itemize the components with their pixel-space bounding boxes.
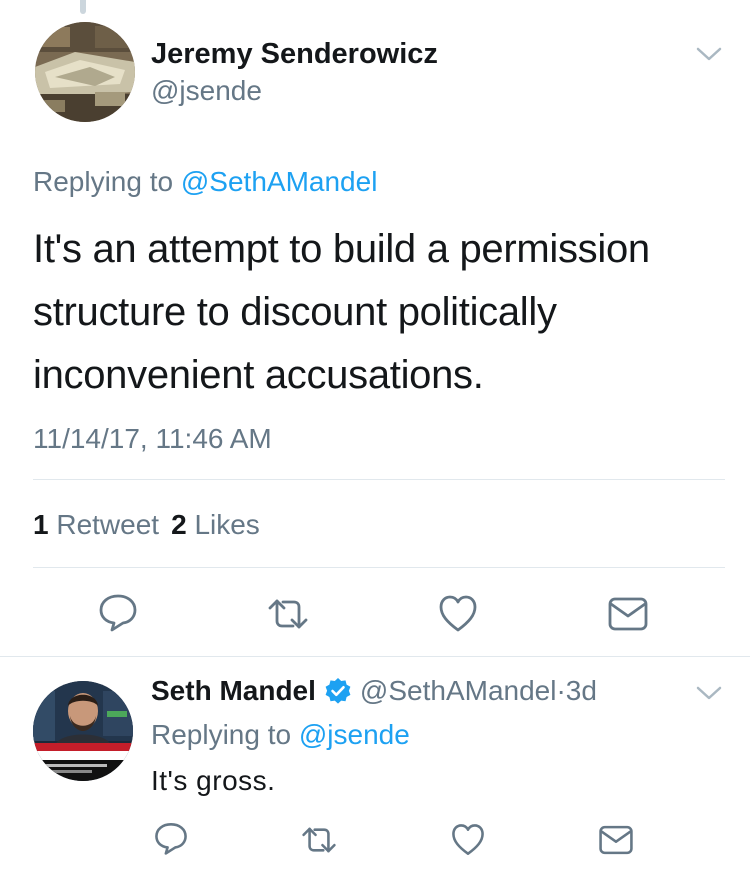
retweet-icon[interactable]: [301, 822, 337, 858]
replying-to-mention[interactable]: @jsende: [299, 719, 410, 750]
replying-prefix: Replying to: [33, 166, 181, 197]
replying-to-line: Replying to @jsende: [151, 719, 410, 751]
verified-badge-icon: [325, 678, 351, 704]
author-name[interactable]: Seth Mandel: [151, 675, 316, 707]
divider: [33, 567, 725, 568]
reply-tweet[interactable]: Seth Mandel @SethAMandel · 3d Replying t…: [0, 657, 750, 874]
like-label[interactable]: Likes: [194, 509, 259, 540]
main-tweet: Jeremy Senderowicz @jsende Replying to @…: [0, 0, 750, 656]
replying-prefix: Replying to: [151, 719, 299, 750]
avatar-image: [35, 22, 135, 122]
replying-to-mention[interactable]: @SethAMandel: [181, 166, 378, 197]
tweet-text: It's an attempt to build a permission st…: [33, 227, 650, 397]
reply-header: Seth Mandel @SethAMandel · 3d: [151, 675, 597, 707]
replying-to-line: Replying to @SethAMandel: [33, 166, 377, 198]
chevron-down-icon[interactable]: [694, 683, 724, 703]
chevron-down-icon[interactable]: [694, 44, 724, 64]
heart-icon[interactable]: [437, 593, 479, 635]
tweet-timestamp[interactable]: 11/14/17, 11:46 AM: [33, 423, 272, 455]
divider: [33, 479, 725, 480]
envelope-icon[interactable]: [607, 593, 649, 635]
avatar[interactable]: [35, 22, 135, 122]
avatar-image: [33, 681, 133, 781]
tweet-time-ago[interactable]: 3d: [566, 675, 597, 707]
reply-icon[interactable]: [153, 820, 189, 856]
retweet-label[interactable]: Retweet: [56, 509, 159, 540]
avatar[interactable]: [33, 681, 133, 781]
reply-icon[interactable]: [97, 591, 139, 633]
heart-icon[interactable]: [450, 822, 486, 858]
retweet-icon[interactable]: [267, 593, 309, 635]
author-handle[interactable]: @jsende: [151, 75, 262, 107]
tweet-text: It's gross.: [151, 765, 276, 796]
envelope-icon[interactable]: [598, 822, 634, 858]
like-count[interactable]: 2: [171, 509, 187, 540]
author-handle[interactable]: @SethAMandel: [360, 675, 557, 707]
tweet-stats: 1 Retweet 2 Likes: [33, 509, 260, 541]
separator-dot: ·: [556, 675, 566, 706]
author-name[interactable]: Jeremy Senderowicz: [151, 38, 438, 71]
retweet-count[interactable]: 1: [33, 509, 49, 540]
